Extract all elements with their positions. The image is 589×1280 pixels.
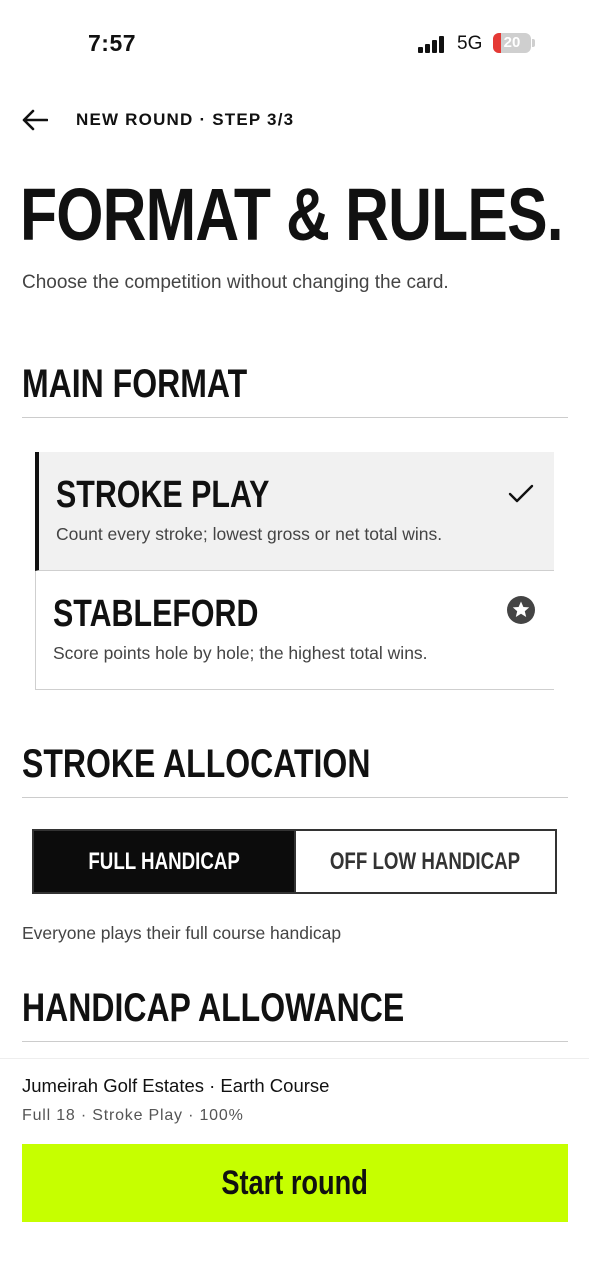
battery-level: 20 [503,34,521,51]
format-description: Count every stroke; lowest gross or net … [56,524,443,544]
start-round-button[interactable]: Start round [22,1144,568,1222]
divider [22,797,568,798]
course-name: Jumeirah Golf Estates · Earth Course [22,1075,330,1096]
network-type: 5G [457,33,483,54]
stroke-allocation-toggle: FULL HANDICAP OFF LOW HANDICAP [32,829,557,894]
stroke-allocation-helper: Everyone plays their full course handica… [22,923,342,943]
start-round-label: Start round [221,1163,369,1202]
section-title-stroke-allocation: STROKE ALLOCATION [22,742,371,786]
nav-header: NEW ROUND · STEP 3/3 [22,104,294,136]
page-title: FORMAT & RULES. [20,173,564,256]
star-circle-icon [506,595,536,625]
format-description: Score points hole by hole; the highest t… [53,643,428,663]
step-label: NEW ROUND · STEP 3/3 [76,110,295,129]
segment-label: FULL HANDICAP [88,847,240,875]
status-time: 7:57 [88,30,137,56]
page-subtitle: Choose the competition without changing … [22,272,449,293]
arrow-left-icon[interactable] [22,104,62,136]
format-name: STABLEFORD [53,593,259,635]
battery-nub [532,39,535,47]
section-title-main-format: MAIN FORMAT [22,362,248,406]
format-option-stableford[interactable]: STABLEFORD Score points hole by hole; th… [35,571,554,690]
segment-off-low-handicap[interactable]: OFF LOW HANDICAP [293,831,556,892]
segment-full-handicap[interactable]: FULL HANDICAP [34,831,294,892]
format-option-stroke-play[interactable]: STROKE PLAY Count every stroke; lowest g… [35,452,554,571]
section-title-handicap-allowance: HANDICAP ALLOWANCE [22,986,405,1030]
signal-icon [418,36,446,53]
status-bar: 7:57 5G 20 [0,0,589,88]
format-name: STROKE PLAY [56,474,270,516]
round-meta: Full 18 · Stroke Play · 100% [22,1107,244,1124]
check-icon [506,479,536,509]
divider [22,417,568,418]
battery-icon: 20 [493,33,531,53]
divider [22,1041,568,1042]
round-summary-footer: Jumeirah Golf Estates · Earth Course Ful… [0,1058,589,1280]
segment-label: OFF LOW HANDICAP [330,847,521,875]
